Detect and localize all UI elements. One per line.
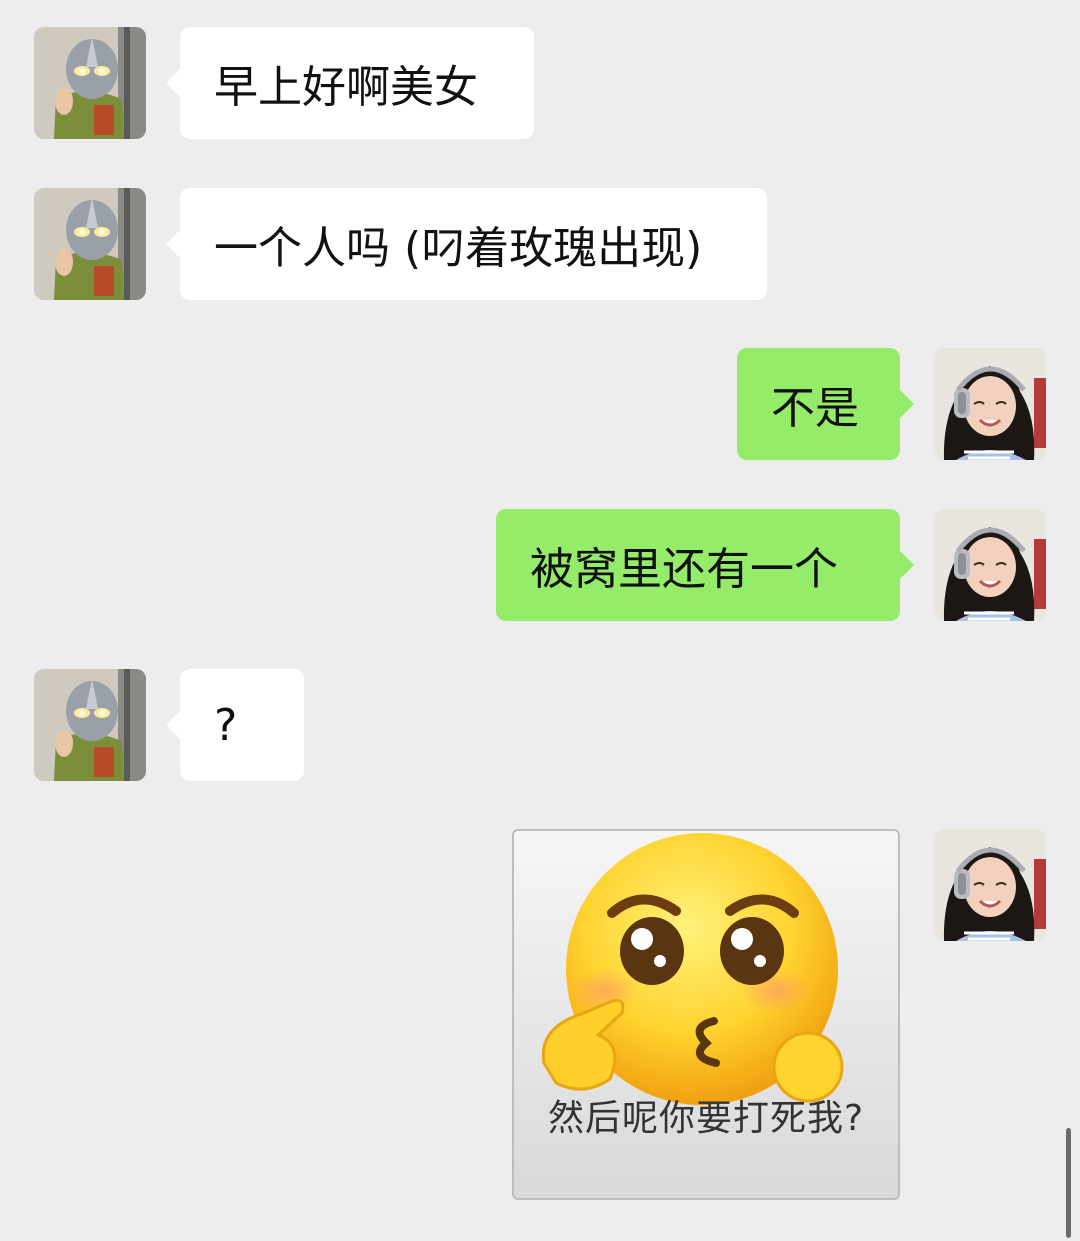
- message-bubble-incoming[interactable]: 一个人吗 (叼着玫瑰出现): [166, 188, 767, 300]
- message-bubble-outgoing[interactable]: 被窝里还有一个: [496, 509, 914, 621]
- message-text: 一个人吗 (叼着玫瑰出现): [214, 223, 703, 274]
- sticker-message[interactable]: 然后呢你要打死我?: [512, 829, 900, 1200]
- contact-avatar[interactable]: [34, 27, 146, 139]
- my-avatar[interactable]: [934, 509, 1046, 621]
- scrollbar[interactable]: [1066, 1128, 1071, 1238]
- message-text: 被窝里还有一个: [530, 544, 838, 595]
- girl-headphones-avatar-icon: [934, 348, 1046, 460]
- ultraman-avatar-icon: [34, 188, 146, 300]
- pleading-face-emoji-icon: [541, 833, 844, 1105]
- girl-headphones-avatar-icon: [934, 829, 1046, 941]
- contact-avatar[interactable]: [34, 669, 146, 781]
- ultraman-avatar-icon: [34, 669, 146, 781]
- message-text: 不是: [771, 383, 859, 434]
- message-bubble-outgoing[interactable]: 不是: [737, 348, 914, 460]
- sticker-caption: 然后呢你要打死我?: [547, 1098, 865, 1139]
- girl-headphones-avatar-icon: [934, 509, 1046, 621]
- message-text: ?: [214, 699, 238, 751]
- my-avatar[interactable]: [934, 829, 1046, 941]
- ultraman-avatar-icon: [34, 27, 146, 139]
- message-text: 早上好啊美女: [214, 62, 478, 113]
- message-bubble-incoming[interactable]: 早上好啊美女: [166, 27, 534, 139]
- message-bubble-incoming[interactable]: ?: [166, 669, 304, 781]
- my-avatar[interactable]: [934, 348, 1046, 460]
- contact-avatar[interactable]: [34, 188, 146, 300]
